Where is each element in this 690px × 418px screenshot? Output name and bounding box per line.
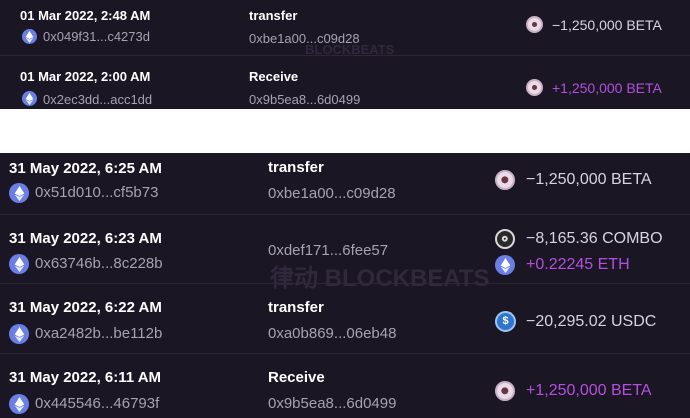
token-amount: −8,165.36 COMBO [526,230,663,247]
token-amount: +1,250,000 BETA [526,382,652,399]
from-address[interactable]: 0x445546...46793f [35,395,159,412]
timestamp: 31 May 2022, 6:25 AM [9,160,162,177]
token-amount: −1,250,000 BETA [552,17,662,33]
beta-token-icon [526,79,543,96]
ethereum-icon [22,91,37,106]
timestamp: 31 May 2022, 6:22 AM [9,299,162,316]
transaction-hash[interactable]: 0x9b5ea8...6d0499 [268,395,396,412]
method-label: transfer [249,8,298,23]
ethereum-icon [9,394,29,414]
timestamp: 01 Mar 2022, 2:48 AM [20,8,151,23]
transaction-hash[interactable]: 0xdef171...6fee57 [268,242,388,259]
from-address[interactable]: 0x63746b...8c228b [35,255,163,272]
transaction-hash[interactable]: 0xa0b869...06eb48 [268,325,396,342]
from-address[interactable]: 0x51d010...cf5b73 [35,184,158,201]
transaction-row[interactable]: 31 May 2022, 6:22 AM 0xa2482b...be112b t… [0,284,690,354]
transaction-row[interactable]: 31 May 2022, 6:25 AM 0x51d010...cf5b73 t… [0,153,690,215]
transaction-hash[interactable]: 0x9b5ea8...6d0499 [249,92,360,107]
from-address[interactable]: 0x049f31...c4273d [43,29,150,44]
transaction-row[interactable]: 31 May 2022, 6:11 AM 0x445546...46793f R… [0,354,690,418]
ethereum-icon [22,29,37,44]
beta-token-icon [495,381,515,401]
combo-token-icon [495,229,515,249]
beta-token-icon [495,170,515,190]
transaction-row[interactable]: 01 Mar 2022, 2:00 AM 0x2ec3dd...acc1dd R… [0,56,690,109]
transaction-row[interactable]: 31 May 2022, 6:23 AM 0x63746b...8c228b 0… [0,215,690,284]
timestamp: 31 May 2022, 6:23 AM [9,230,162,247]
method-label: Receive [268,369,325,386]
token-amount: +0.22245 ETH [526,256,630,273]
ethereum-icon [9,324,29,344]
transactions-panel-bottom: 律动 BLOCKBEATS 31 May 2022, 6:25 AM 0x51d… [0,153,690,418]
method-label: Receive [249,69,299,84]
from-address[interactable]: 0xa2482b...be112b [35,325,162,342]
timestamp: 31 May 2022, 6:11 AM [9,369,162,386]
ethereum-icon [9,183,29,203]
transaction-hash[interactable]: 0xbe1a00...c09d28 [249,31,360,46]
timestamp: 01 Mar 2022, 2:00 AM [20,69,151,84]
token-amount: −20,295.02 USDC [526,313,657,330]
usdc-token-icon [495,311,516,332]
method-label: transfer [268,159,324,176]
token-amount: +1,250,000 BETA [552,80,662,96]
transactions-panel-top: BLOCKBEATS 01 Mar 2022, 2:48 AM 0x049f31… [0,0,690,109]
beta-token-icon [526,16,543,33]
transaction-hash[interactable]: 0xbe1a00...c09d28 [268,185,396,202]
method-label: transfer [268,299,324,316]
from-address[interactable]: 0x2ec3dd...acc1dd [43,92,152,107]
transaction-row[interactable]: 01 Mar 2022, 2:48 AM 0x049f31...c4273d t… [0,0,690,56]
ethereum-icon [9,254,29,274]
token-amount: −1,250,000 BETA [526,171,652,188]
eth-token-icon [495,255,515,275]
